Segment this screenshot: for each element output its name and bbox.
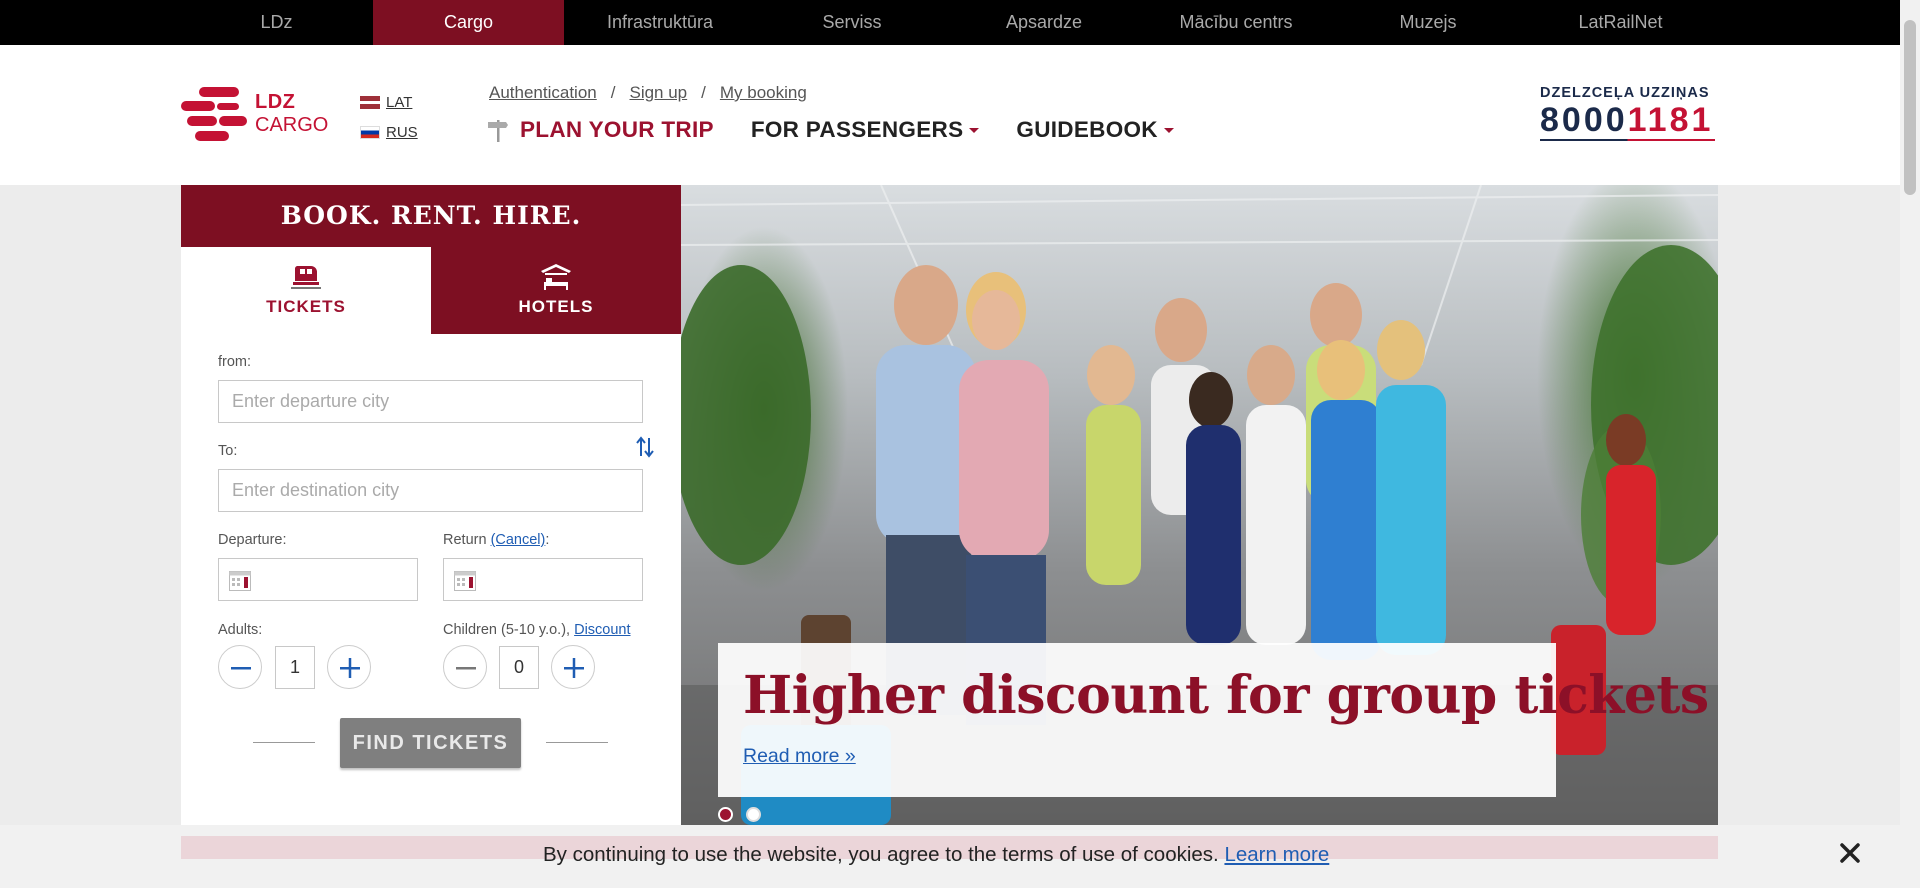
- calendar-icon: [454, 571, 476, 591]
- children-discount-link[interactable]: Discount: [574, 622, 630, 638]
- destination-city-input[interactable]: [218, 469, 643, 512]
- page-scrollbar[interactable]: [1900, 0, 1920, 888]
- adults-label: Adults:: [218, 622, 263, 638]
- topnav-cargo[interactable]: Cargo: [373, 0, 564, 45]
- hotline-number-part2: 1181: [1627, 101, 1714, 139]
- tab-hotels-label: HOTELS: [518, 297, 594, 316]
- hero-carousel: Higher discount for group tickets Read m…: [681, 185, 1718, 825]
- divider-right: [546, 742, 608, 743]
- site-header: LDZ CARGO LAT RUS Authentication / Sign …: [0, 45, 1900, 185]
- topnav-muzejs[interactable]: Muzejs: [1332, 0, 1524, 45]
- booking-heading: BOOK. RENT. HIRE.: [181, 185, 681, 247]
- plus-icon: [564, 658, 584, 678]
- russia-flag-icon: [360, 125, 380, 139]
- children-decrement-button[interactable]: [443, 645, 487, 689]
- logo-stripes-icon: [181, 87, 247, 141]
- for-passengers-label: FOR PASSENGERS: [750, 117, 964, 142]
- topnav-ldz[interactable]: LDz: [181, 0, 372, 45]
- language-rus-label: RUS: [386, 123, 418, 141]
- children-label-row: Children (5-10 y.o.), Discount: [443, 622, 631, 638]
- signpost-icon: [488, 120, 508, 142]
- children-count[interactable]: 0: [499, 646, 539, 689]
- from-label: from:: [218, 354, 252, 370]
- promo-card: Higher discount for group tickets Read m…: [718, 643, 1709, 797]
- carousel-dot-1[interactable]: [718, 807, 733, 822]
- language-lat-label: LAT: [386, 93, 413, 111]
- ldz-cargo-logo[interactable]: LDZ CARGO: [181, 85, 336, 147]
- plan-your-trip-link[interactable]: PLAN YOUR TRIP: [488, 117, 714, 143]
- latvia-flag-icon: [360, 95, 380, 109]
- promo-headline: Higher discount for group tickets: [743, 665, 1709, 726]
- tab-hotels[interactable]: HOTELS: [431, 247, 681, 334]
- booking-tabs: TICKETS HOTELS: [181, 247, 681, 334]
- logo-cargo: CARGO: [255, 114, 329, 136]
- read-more-link[interactable]: Read more »: [743, 745, 856, 768]
- cookie-banner: By continuing to use the website, you ag…: [0, 825, 1900, 888]
- topnav-apsardze[interactable]: Apsardze: [948, 0, 1140, 45]
- for-passengers-menu[interactable]: FOR PASSENGERS: [751, 117, 980, 143]
- return-label: Return: [443, 532, 491, 548]
- main-navigation: PLAN YOUR TRIP FOR PASSENGERS GUIDEBOOK: [488, 117, 1174, 143]
- topnav-macibu-centrs[interactable]: Mācību centrs: [1140, 0, 1332, 45]
- hotline-title: DZELZCEĻA UZZIŅAS: [1540, 85, 1710, 101]
- caret-down-icon: [1163, 127, 1174, 133]
- return-colon: :: [545, 532, 550, 548]
- swap-cities-icon[interactable]: [635, 436, 655, 458]
- minus-icon: [456, 667, 476, 670]
- language-lat[interactable]: LAT: [360, 92, 412, 112]
- cookie-learn-more-link[interactable]: Learn more: [1224, 843, 1329, 866]
- return-date-input[interactable]: [443, 558, 643, 601]
- guidebook-label: GUIDEBOOK: [1016, 117, 1158, 142]
- calendar-icon: [229, 571, 251, 591]
- topnav-serviss[interactable]: Serviss: [756, 0, 948, 45]
- hotline-block[interactable]: DZELZCEĻA UZZIŅAS 80001181: [1540, 85, 1715, 141]
- hotline-number: 80001181: [1540, 101, 1715, 139]
- carousel-dot-2[interactable]: [746, 807, 761, 822]
- departure-label: Departure:: [218, 532, 287, 548]
- signup-link[interactable]: Sign up: [629, 83, 687, 103]
- caret-down-icon: [969, 127, 980, 133]
- return-cancel-link[interactable]: (Cancel): [491, 532, 546, 548]
- adults-count[interactable]: 1: [275, 646, 315, 689]
- children-label: Children (5-10 y.o.),: [443, 622, 575, 638]
- return-label-row: Return (Cancel):: [443, 532, 549, 548]
- departure-date-input[interactable]: [218, 558, 418, 601]
- topnav-infrastruktura[interactable]: Infrastruktūra: [564, 0, 756, 45]
- hotline-number-part1: 8000: [1540, 101, 1628, 139]
- authentication-link[interactable]: Authentication: [489, 83, 597, 103]
- scrollbar-thumb[interactable]: [1904, 20, 1916, 195]
- top-navigation-bar: LDz Cargo Infrastruktūra Serviss Apsardz…: [0, 0, 1900, 45]
- children-increment-button[interactable]: [551, 645, 595, 689]
- hotline-underline: [1540, 139, 1715, 141]
- train-icon: [291, 266, 321, 289]
- carousel-indicators: [718, 807, 761, 822]
- auth-separator: /: [610, 83, 616, 102]
- topnav-latrailnet[interactable]: LatRailNet: [1524, 0, 1717, 45]
- cookie-text: By continuing to use the website, you ag…: [543, 843, 1225, 866]
- to-label: To:: [218, 443, 238, 459]
- departure-city-input[interactable]: [218, 380, 643, 423]
- language-rus[interactable]: RUS: [360, 122, 418, 142]
- my-booking-link[interactable]: My booking: [720, 83, 807, 103]
- plan-your-trip-label: PLAN YOUR TRIP: [520, 117, 714, 142]
- logo-ldz: LDZ: [255, 91, 296, 113]
- close-icon[interactable]: [1839, 842, 1861, 864]
- adults-increment-button[interactable]: [327, 645, 371, 689]
- tab-tickets-label: TICKETS: [266, 297, 346, 316]
- logo-text: LDZ CARGO: [255, 91, 328, 137]
- minus-icon: [231, 667, 251, 670]
- guidebook-menu[interactable]: GUIDEBOOK: [1016, 117, 1174, 143]
- hotel-icon: [541, 264, 571, 290]
- auth-separator: /: [701, 83, 706, 102]
- find-tickets-button[interactable]: FIND TICKETS: [340, 718, 521, 768]
- adults-decrement-button[interactable]: [218, 645, 262, 689]
- tab-tickets[interactable]: TICKETS: [181, 247, 431, 334]
- cookie-message: By continuing to use the website, you ag…: [543, 843, 1329, 867]
- auth-links: Authentication / Sign up / My booking: [489, 83, 807, 103]
- plus-icon: [340, 658, 360, 678]
- divider-left: [253, 742, 315, 743]
